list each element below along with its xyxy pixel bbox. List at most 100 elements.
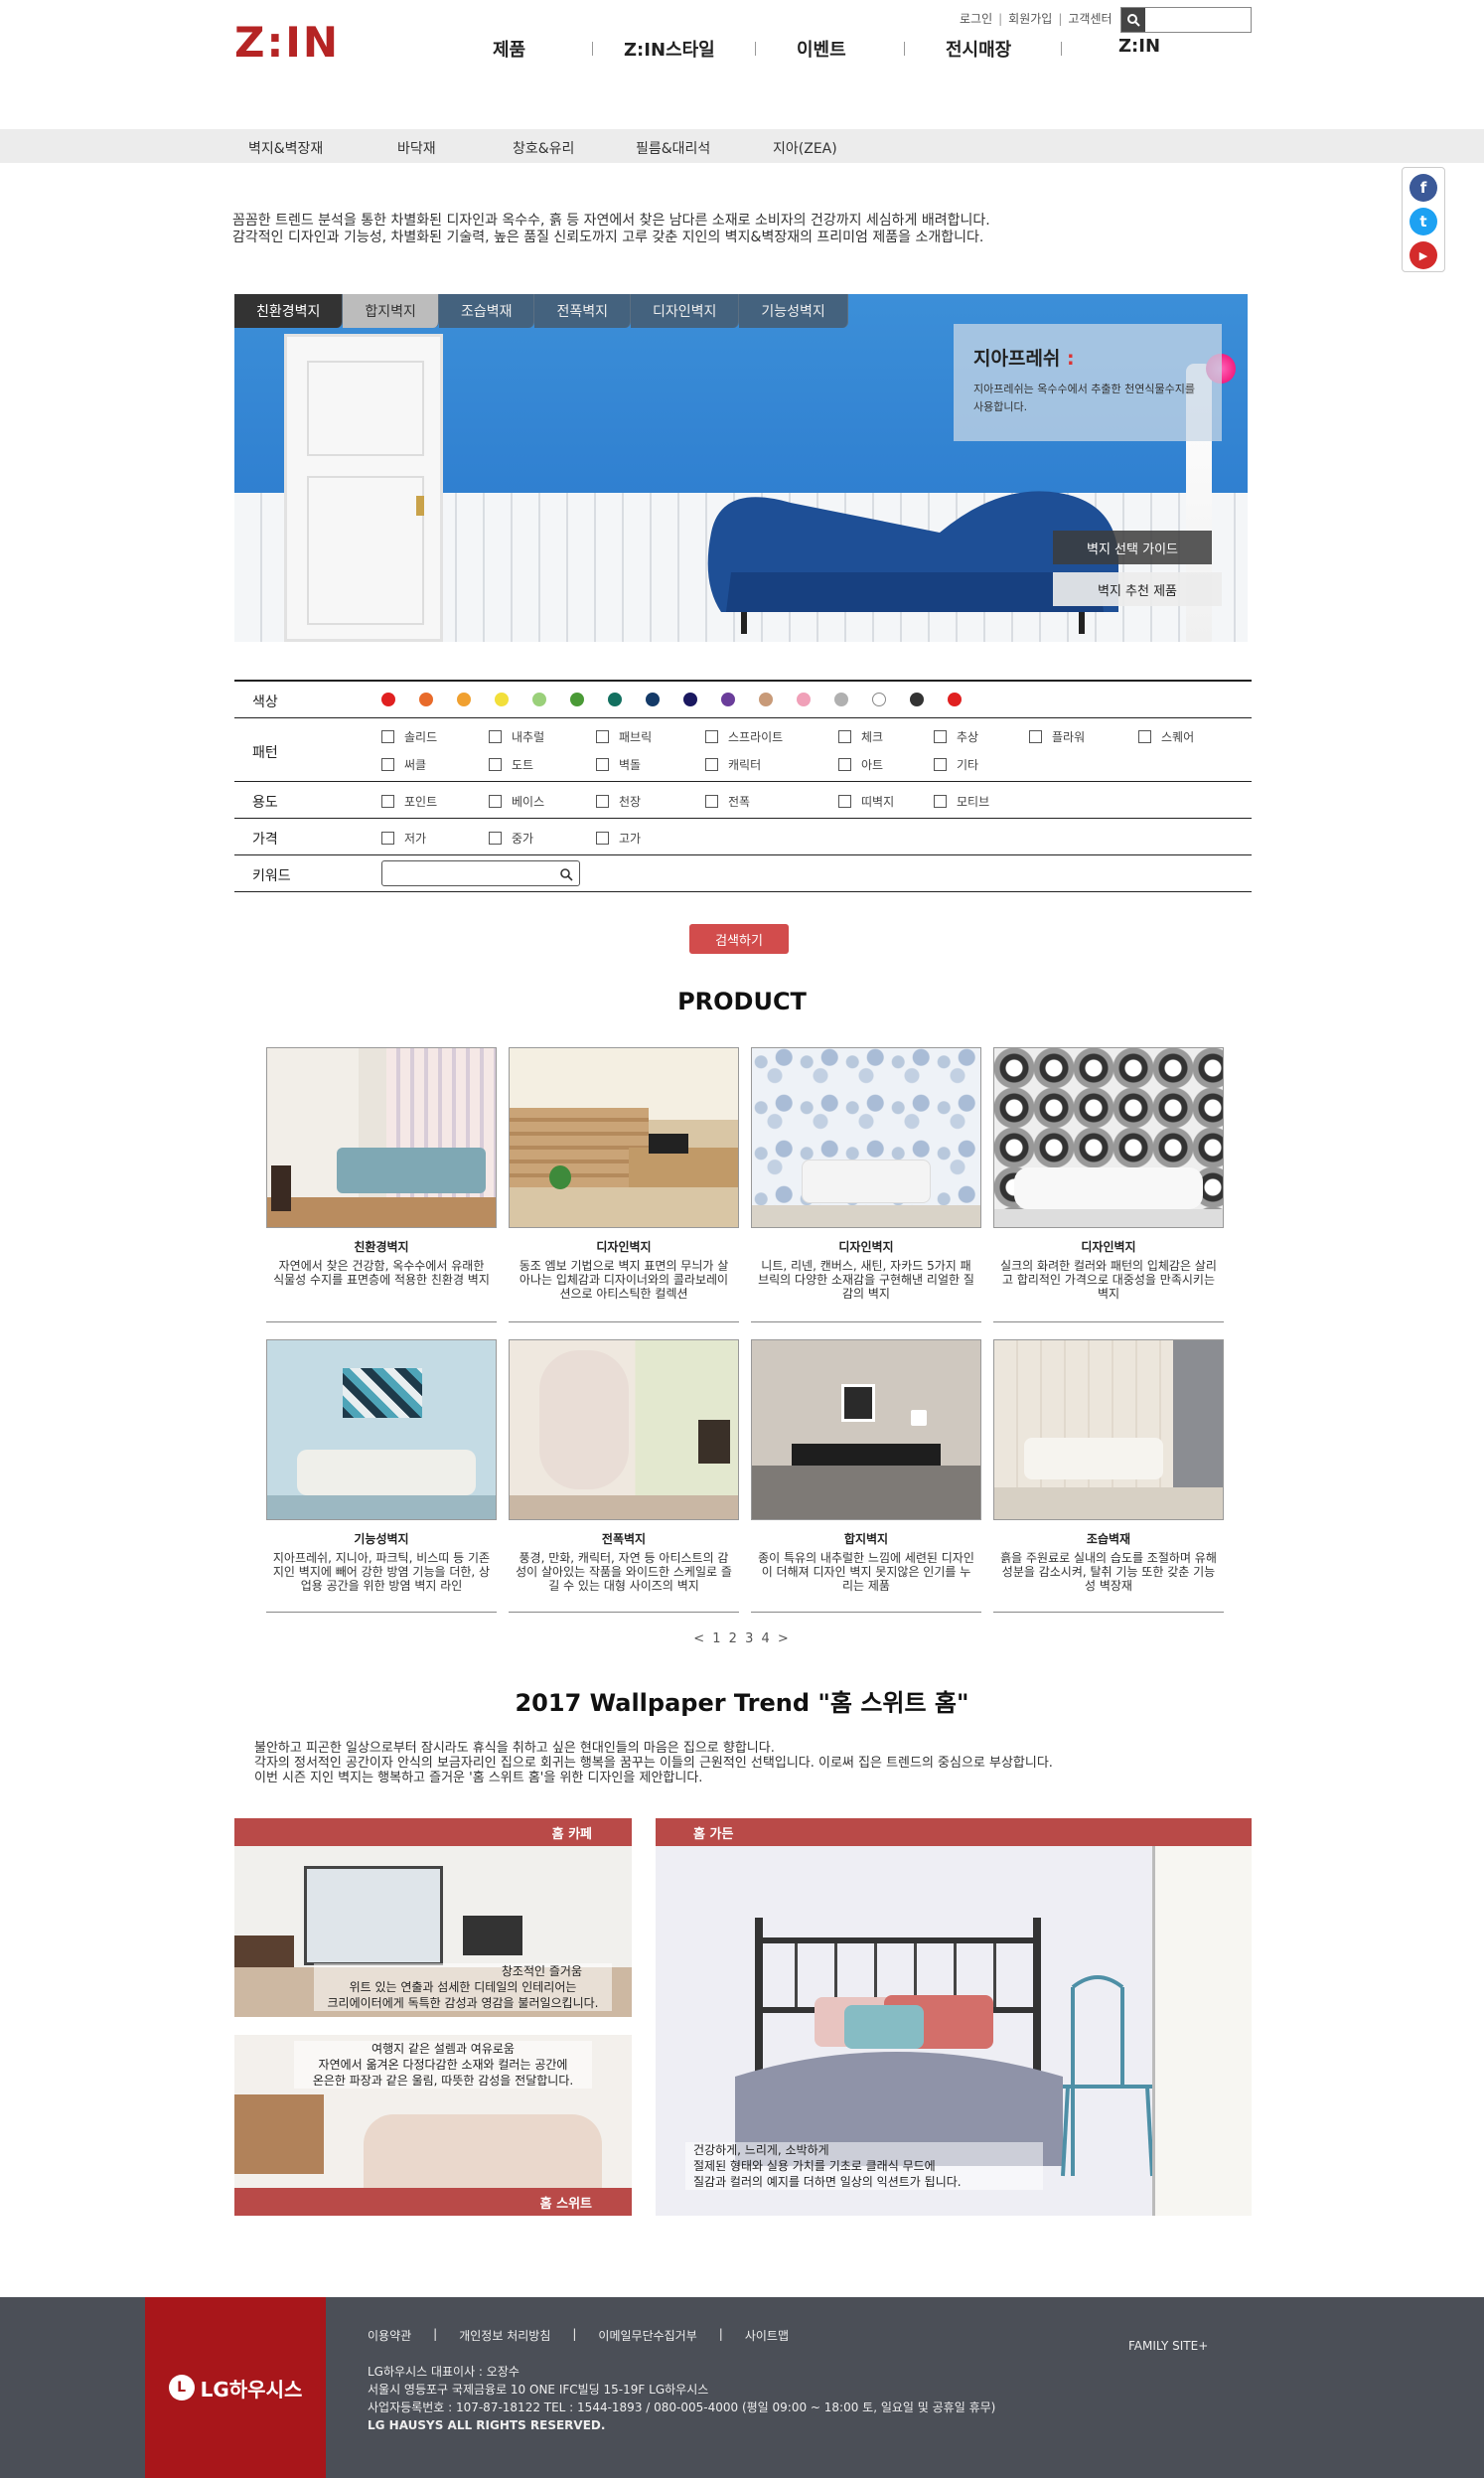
color-swatch[interactable] xyxy=(495,693,509,706)
use-checkbox[interactable]: 전폭 xyxy=(705,793,750,810)
product-card[interactable]: 디자인벽지 니트, 리넨, 캔버스, 새틴, 자카드 5가지 패브릭의 다양한 … xyxy=(751,1047,981,1322)
pattern-checkbox[interactable]: 패브릭 xyxy=(596,728,652,745)
tab-paper[interactable]: 합지벽지 xyxy=(343,294,439,328)
site-logo[interactable]: Z:IN xyxy=(234,18,340,67)
product-card[interactable]: 디자인벽지 동조 엠보 기법으로 벽지 표면의 무늬가 살아나는 입체감과 디자… xyxy=(509,1047,739,1322)
search-button[interactable]: 검색하기 xyxy=(689,924,789,954)
login-link[interactable]: 로그인 xyxy=(960,10,992,27)
subnav-wallpaper[interactable]: 벽지&벽장재 xyxy=(248,138,323,158)
product-image[interactable] xyxy=(993,1339,1224,1520)
nav-style[interactable]: Z:IN스타일 xyxy=(624,36,715,62)
privacy-link[interactable]: 개인정보 처리방침 xyxy=(459,2327,550,2344)
keyword-input[interactable] xyxy=(386,862,555,884)
tab-functional[interactable]: 기능성벽지 xyxy=(739,294,848,328)
trend-home-garden[interactable]: 홈 가든 건강하게, 느리게, 소박하게 절제된 형태와 실용 가치를 기초로 … xyxy=(656,1818,1252,2216)
color-swatch[interactable] xyxy=(457,693,471,706)
facebook-icon[interactable]: f xyxy=(1410,174,1437,202)
nav-zin[interactable]: Z:IN xyxy=(1118,36,1160,57)
pattern-checkbox[interactable]: 플라워 xyxy=(1029,728,1085,745)
youtube-icon[interactable]: ▶ xyxy=(1410,241,1437,269)
family-site-select[interactable]: FAMILY SITE+ xyxy=(1128,2339,1208,2353)
color-swatch[interactable] xyxy=(532,693,546,706)
sub-nav: 벽지&벽장재 바닥재 창호&유리 필름&대리석 지아(ZEA) xyxy=(0,129,1484,163)
color-swatch[interactable] xyxy=(683,693,697,706)
pagination[interactable]: < 1 2 3 4 > xyxy=(0,1631,1484,1646)
sitemap-link[interactable]: 사이트맵 xyxy=(745,2327,789,2344)
product-image[interactable] xyxy=(509,1047,739,1228)
color-swatch[interactable] xyxy=(608,693,622,706)
pattern-checkbox[interactable]: 내추럴 xyxy=(489,728,544,745)
color-swatch[interactable] xyxy=(834,693,848,706)
email-policy-link[interactable]: 이메일무단수집거부 xyxy=(598,2327,696,2344)
pattern-checkbox[interactable]: 캐릭터 xyxy=(705,756,761,773)
color-swatch[interactable] xyxy=(759,693,773,706)
trend-home-suite[interactable]: 여행지 같은 설렘과 여유로움 자연에서 옮겨온 다정다감한 소재와 컬러는 공… xyxy=(234,2035,632,2216)
product-image[interactable] xyxy=(266,1339,497,1520)
pattern-checkbox[interactable]: 스퀘어 xyxy=(1138,728,1194,745)
subnav-zea[interactable]: 지아(ZEA) xyxy=(773,138,837,158)
use-checkbox[interactable]: 모티브 xyxy=(934,793,989,810)
join-link[interactable]: 회원가입 xyxy=(1008,10,1052,27)
nav-event[interactable]: 이벤트 xyxy=(797,36,846,62)
color-swatch[interactable] xyxy=(872,693,886,706)
search-icon[interactable] xyxy=(559,867,573,881)
nav-product[interactable]: 제품 xyxy=(493,36,525,62)
product-image[interactable] xyxy=(993,1047,1224,1228)
subnav-window[interactable]: 창호&유리 xyxy=(513,138,574,158)
product-card[interactable]: 전폭벽지 풍경, 만화, 캐릭터, 자연 등 아티스트의 감성이 살아있는 작품… xyxy=(509,1339,739,1613)
product-card[interactable]: 디자인벽지 실크의 화려한 컬러와 패턴의 입체감은 살리고 합리적인 가격으로… xyxy=(993,1047,1224,1322)
pattern-checkbox[interactable]: 솔리드 xyxy=(381,728,437,745)
subnav-flooring[interactable]: 바닥재 xyxy=(397,138,436,158)
tab-humidity[interactable]: 조습벽재 xyxy=(438,294,535,328)
trend-home-cafe[interactable]: 홈 카페 창조적인 즐거움 위트 있는 연출과 섬세한 디테일의 인테리어는 크… xyxy=(234,1818,632,2017)
price-checkbox[interactable]: 고가 xyxy=(596,830,641,847)
color-swatch[interactable] xyxy=(419,693,433,706)
use-checkbox[interactable]: 포인트 xyxy=(381,793,437,810)
color-swatch[interactable] xyxy=(910,693,924,706)
pattern-checkbox[interactable]: 추상 xyxy=(934,728,978,745)
filter-color-row: 색상 xyxy=(234,682,1252,718)
tab-eco[interactable]: 친환경벽지 xyxy=(234,294,344,328)
cafe-tv-illustration xyxy=(463,1916,522,1955)
product-card[interactable]: 합지벽지 종이 특유의 내추럴한 느낌에 세련된 디자인이 더해져 디자인 벽지… xyxy=(751,1339,981,1613)
pattern-checkbox[interactable]: 체크 xyxy=(838,728,883,745)
tab-design[interactable]: 디자인벽지 xyxy=(631,294,740,328)
product-image[interactable] xyxy=(751,1339,981,1520)
pattern-checkbox[interactable]: 도트 xyxy=(489,756,533,773)
product-image[interactable] xyxy=(751,1047,981,1228)
use-checkbox[interactable]: 띠벽지 xyxy=(838,793,894,810)
trend-desc-line: 각자의 정서적인 공간이자 안식의 보금자리인 집으로 회귀는 행복을 꿈꾸는 … xyxy=(254,1756,1053,1771)
tab-wide[interactable]: 전폭벽지 xyxy=(534,294,631,328)
color-swatch[interactable] xyxy=(721,693,735,706)
color-swatch[interactable] xyxy=(381,693,395,706)
search-icon[interactable] xyxy=(1121,8,1145,32)
color-swatch[interactable] xyxy=(646,693,660,706)
home-suite-label: 홈 스위트 xyxy=(234,2188,632,2216)
pattern-checkbox[interactable]: 스프라이트 xyxy=(705,728,783,745)
product-card[interactable]: 조습벽재 흙을 주원료로 실내의 습도를 조절하며 유해성분을 감소시켜, 탈취… xyxy=(993,1339,1224,1613)
product-card[interactable]: 기능성벽지 지아프레쉬, 지니아, 파크틱, 비스띠 등 기존 지인 벽지에 빼… xyxy=(266,1339,497,1613)
price-checkbox[interactable]: 저가 xyxy=(381,830,426,847)
color-swatch[interactable] xyxy=(948,693,962,706)
footer-logo[interactable]: L LG하우시스 xyxy=(145,2297,326,2478)
product-image[interactable] xyxy=(266,1047,497,1228)
nav-showroom[interactable]: 전시매장 xyxy=(946,36,1011,62)
recommend-product-button[interactable]: 벽지 추천 제품 xyxy=(1053,572,1222,606)
pattern-checkbox[interactable]: 기타 xyxy=(934,756,978,773)
subnav-film[interactable]: 필름&대리석 xyxy=(636,138,710,158)
pattern-checkbox[interactable]: 아트 xyxy=(838,756,883,773)
use-checkbox[interactable]: 천장 xyxy=(596,793,641,810)
product-image[interactable] xyxy=(509,1339,739,1520)
price-checkbox[interactable]: 중가 xyxy=(489,830,533,847)
color-swatch[interactable] xyxy=(797,693,811,706)
color-swatch[interactable] xyxy=(570,693,584,706)
product-card[interactable]: 친환경벽지 자연에서 찾은 건강함, 옥수수에서 유래한 식물성 수지를 표면층… xyxy=(266,1047,497,1322)
pattern-checkbox[interactable]: 써클 xyxy=(381,756,426,773)
use-checkbox[interactable]: 베이스 xyxy=(489,793,544,810)
twitter-icon[interactable]: t xyxy=(1410,208,1437,235)
header-search-input[interactable] xyxy=(1149,9,1249,31)
terms-link[interactable]: 이용약관 xyxy=(368,2327,411,2344)
pattern-checkbox[interactable]: 벽돌 xyxy=(596,756,641,773)
wallpaper-guide-button[interactable]: 벽지 선택 가이드 xyxy=(1053,531,1212,564)
customer-center-link[interactable]: 고객센터 xyxy=(1068,10,1112,27)
